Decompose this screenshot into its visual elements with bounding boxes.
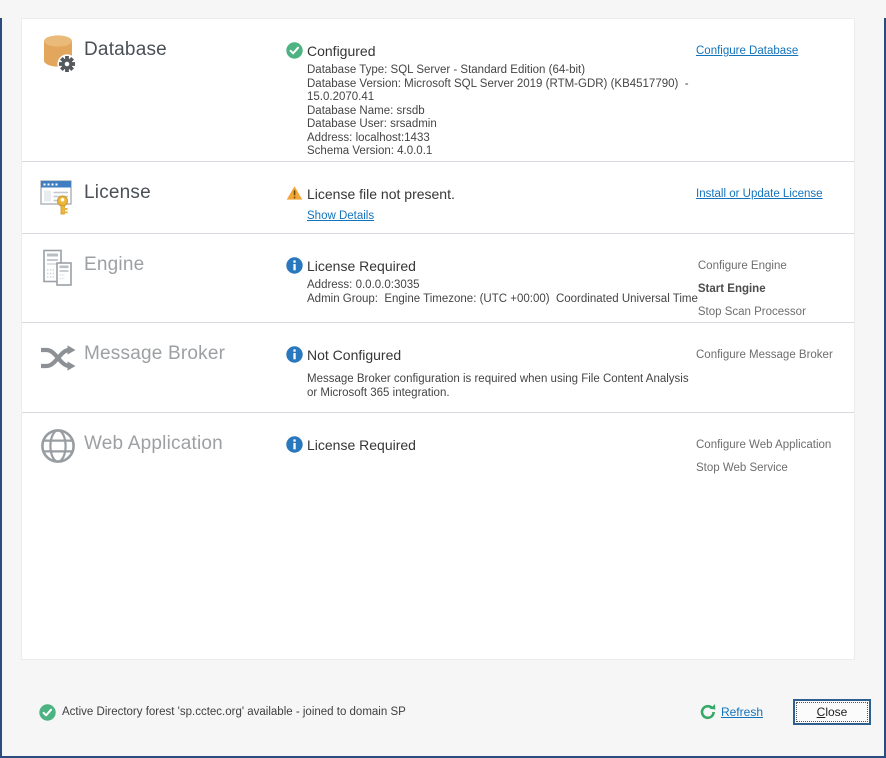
detail-line: Database Version: Microsoft SQL Server 2…: [307, 78, 696, 105]
web-application-status-block: License Required: [286, 436, 696, 659]
ad-status: Active Directory forest 'sp.cctec.org' a…: [39, 704, 406, 721]
section-title: Message Broker: [84, 343, 225, 365]
section-license: License License file not present. Show D…: [22, 162, 854, 234]
show-details-link[interactable]: Show Details: [307, 210, 374, 222]
refresh-icon: [699, 703, 717, 721]
detail-line: Database Name: srsdb: [307, 105, 696, 119]
warning-icon: [286, 185, 303, 202]
section-engine: Engine License Required Address: 0.0.0.0…: [22, 234, 854, 323]
start-engine-button: Start Engine: [698, 282, 852, 296]
footer-bar: Active Directory forest 'sp.cctec.org' a…: [2, 660, 884, 740]
database-gear-icon: [40, 34, 76, 79]
engine-actions: Configure Engine Start Engine Stop Scan …: [698, 259, 856, 328]
database-actions: Configure Database: [696, 44, 854, 161]
section-title: Database: [84, 39, 167, 61]
success-icon: [39, 704, 56, 721]
web-application-actions: Configure Web Application Stop Web Servi…: [696, 438, 854, 659]
message-broker-actions: Configure Message Broker: [696, 348, 854, 412]
close-button-accel: C: [817, 705, 826, 719]
message-broker-details: Message Broker configuration is required…: [307, 373, 696, 400]
message-broker-shuffle-icon: [40, 338, 76, 378]
configure-database-link[interactable]: Configure Database: [696, 44, 850, 58]
message-broker-header: Message Broker: [40, 338, 286, 412]
web-application-header: Web Application: [40, 428, 286, 659]
refresh-control[interactable]: Refresh: [699, 703, 763, 721]
detail-line: Admin Group: Engine Timezone: (UTC +00:0…: [307, 293, 698, 307]
status-text: License file not present.: [307, 186, 455, 202]
engine-header: Engine: [40, 249, 286, 328]
close-button-rest: lose: [825, 705, 847, 719]
detail-line: Schema Version: 4.0.0.1: [307, 145, 696, 159]
footer-controls: Refresh Close: [699, 699, 871, 725]
configure-web-application-button: Configure Web Application: [696, 438, 850, 452]
license-actions: Install or Update License: [696, 187, 854, 233]
detail-line: Address: 0.0.0.0:3035: [307, 279, 698, 293]
install-update-license-link[interactable]: Install or Update License: [696, 187, 850, 201]
web-application-globe-icon: [40, 428, 76, 469]
engine-servers-icon: [40, 249, 76, 292]
section-web-application: Web Application License Required Configu…: [22, 413, 854, 659]
section-message-broker: Message Broker Not Configured Message Br…: [22, 323, 854, 413]
license-key-icon: [40, 177, 76, 220]
configure-engine-button: Configure Engine: [698, 259, 852, 273]
status-text: Not Configured: [307, 347, 401, 363]
engine-status-block: License Required Address: 0.0.0.0:3035 A…: [286, 257, 698, 328]
database-details: Database Type: SQL Server - Standard Edi…: [307, 64, 696, 159]
info-icon: [286, 257, 303, 274]
database-status-block: Configured Database Type: SQL Server - S…: [286, 42, 696, 161]
status-text: License Required: [307, 258, 416, 274]
info-icon: [286, 436, 303, 453]
close-button[interactable]: Close: [793, 699, 871, 725]
stop-web-service-button: Stop Web Service: [696, 461, 850, 475]
message-broker-status-block: Not Configured Message Broker configurat…: [286, 346, 696, 412]
database-header: Database: [40, 34, 286, 161]
detail-line: Address: localhost:1433: [307, 132, 696, 146]
refresh-link[interactable]: Refresh: [721, 705, 763, 719]
stop-scan-processor-button: Stop Scan Processor: [698, 305, 852, 319]
detail-line: Database User: srsadmin: [307, 118, 696, 132]
detail-line: Message Broker configuration is required…: [307, 373, 696, 400]
engine-details: Address: 0.0.0.0:3035 Admin Group: Engin…: [307, 279, 698, 306]
section-database: Database Configured Database Type: SQL S…: [22, 19, 854, 162]
status-text: Configured: [307, 43, 376, 59]
license-status-block: License file not present. Show Details: [286, 185, 696, 233]
section-title: Engine: [84, 254, 144, 276]
success-icon: [286, 42, 303, 59]
status-text: License Required: [307, 437, 416, 453]
ad-status-text: Active Directory forest 'sp.cctec.org' a…: [62, 706, 406, 718]
detail-line: Database Type: SQL Server - Standard Edi…: [307, 64, 696, 78]
section-title: Web Application: [84, 433, 223, 455]
license-header: License: [40, 177, 286, 233]
configure-message-broker-button: Configure Message Broker: [696, 348, 850, 362]
section-title: License: [84, 182, 151, 204]
info-icon: [286, 346, 303, 363]
components-panel: Database Configured Database Type: SQL S…: [21, 18, 855, 660]
